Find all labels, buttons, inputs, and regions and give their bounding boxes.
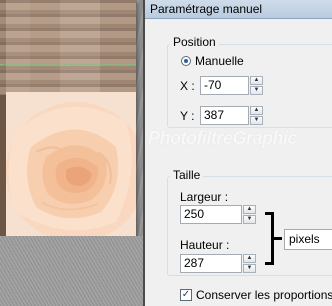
width-stepper[interactable]: ▲ ▼ xyxy=(243,205,256,224)
workspace-background xyxy=(0,236,143,306)
x-input[interactable]: -70 xyxy=(200,76,249,95)
spin-up-icon[interactable]: ▲ xyxy=(243,254,256,263)
width-label: Largeur : xyxy=(180,190,229,204)
rose-photo xyxy=(6,92,136,236)
link-bracket-icon xyxy=(265,212,274,265)
image-workspace xyxy=(0,0,143,306)
selection-guide xyxy=(0,64,136,65)
height-label: Hauteur : xyxy=(180,238,230,252)
y-input[interactable]: 387 xyxy=(200,106,249,125)
y-stepper[interactable]: ▲ ▼ xyxy=(250,106,263,125)
width-input[interactable]: 250 xyxy=(180,205,242,224)
image-canvas[interactable] xyxy=(0,0,136,236)
spin-down-icon[interactable]: ▼ xyxy=(243,215,256,224)
keep-proportions-label: Conserver les proportions xyxy=(196,288,332,302)
dialog-titlebar[interactable]: Paramétrage manuel xyxy=(145,0,332,19)
spin-up-icon[interactable]: ▲ xyxy=(243,205,256,214)
size-group-label: Taille xyxy=(170,168,204,182)
spin-down-icon[interactable]: ▼ xyxy=(243,264,256,273)
dialog-title: Paramétrage manuel xyxy=(150,2,263,16)
checkbox-checked-icon[interactable]: ✓ xyxy=(180,289,192,301)
spin-down-icon[interactable]: ▼ xyxy=(250,116,263,125)
x-label: X : xyxy=(180,79,195,93)
position-group-label: Position xyxy=(170,35,219,49)
height-stepper[interactable]: ▲ ▼ xyxy=(243,254,256,273)
spin-up-icon[interactable]: ▲ xyxy=(250,76,263,85)
spin-down-icon[interactable]: ▼ xyxy=(250,86,263,95)
y-label: Y : xyxy=(180,109,195,123)
height-input[interactable]: 287 xyxy=(180,254,242,273)
link-bracket-tick xyxy=(274,237,282,240)
radio-selected-icon[interactable] xyxy=(181,56,191,66)
x-stepper[interactable]: ▲ ▼ xyxy=(250,76,263,95)
spin-up-icon[interactable]: ▲ xyxy=(250,106,263,115)
unit-select[interactable]: pixels xyxy=(284,229,332,250)
watermark-text: PhotofiltreGraphic xyxy=(148,128,298,148)
manual-mode-label: Manuelle xyxy=(195,54,244,68)
